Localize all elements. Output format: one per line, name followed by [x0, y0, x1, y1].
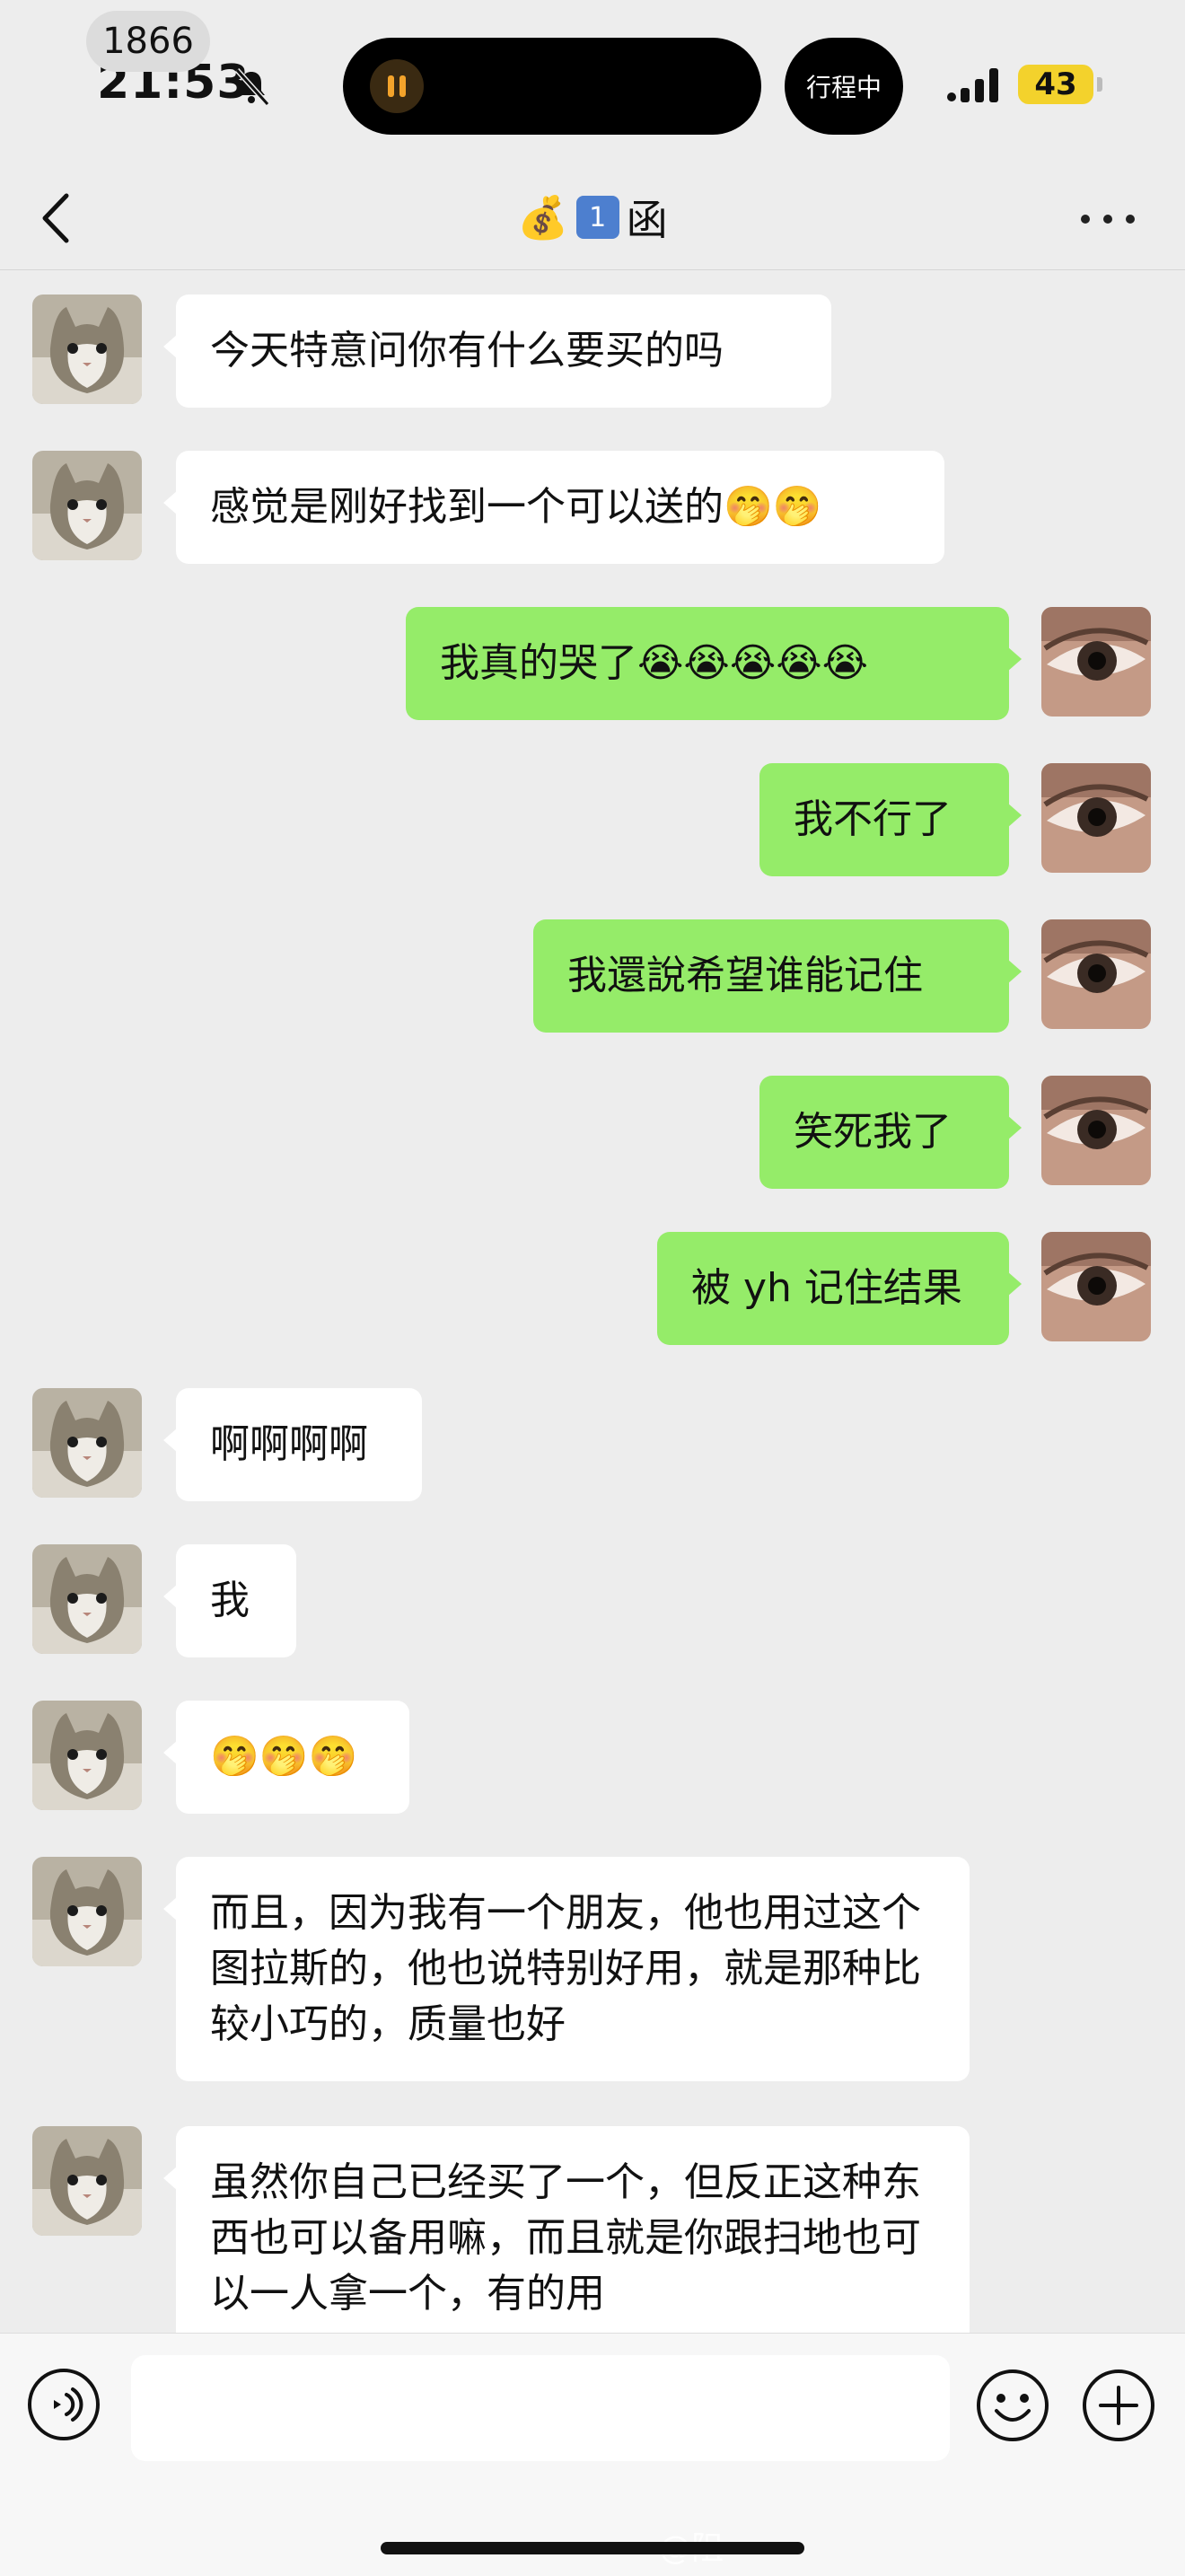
trip-status-pill[interactable]: 行程中	[785, 38, 903, 135]
contact-avatar[interactable]	[32, 1857, 142, 1966]
battery-level: 43	[1018, 65, 1093, 104]
my-avatar[interactable]	[1041, 607, 1151, 717]
message-bubble[interactable]: 我還說希望谁能记住	[533, 919, 1022, 1033]
money-bag-emoji: 💰	[517, 192, 569, 242]
contact-avatar[interactable]	[32, 451, 142, 560]
message-bubble[interactable]: 被 yh 记住结果	[657, 1232, 1022, 1345]
bell-slash-icon	[234, 67, 270, 106]
my-avatar[interactable]	[1041, 919, 1151, 1029]
message-bubble[interactable]: 🤭🤭🤭	[163, 1701, 409, 1814]
emoji-icon[interactable]	[975, 2368, 1050, 2443]
input-bar: @阻	[0, 2333, 1185, 2576]
pause-icon[interactable]	[370, 59, 424, 113]
keycap-digit: 1	[575, 196, 619, 239]
unread-count-badge[interactable]: 1866	[86, 11, 210, 72]
contact-avatar[interactable]	[32, 1544, 142, 1654]
my-avatar[interactable]	[1041, 1232, 1151, 1341]
contact-avatar[interactable]	[32, 2126, 142, 2236]
back-chevron-icon[interactable]	[36, 189, 75, 248]
message-bubble[interactable]: 感觉是刚好找到一个可以送的🤭🤭	[163, 451, 944, 564]
signal-icon	[947, 68, 998, 102]
my-avatar[interactable]	[1041, 763, 1151, 873]
message-bubble[interactable]: 我	[163, 1544, 296, 1657]
message-bubble[interactable]: 笑死我了	[759, 1076, 1022, 1189]
plus-icon[interactable]	[1081, 2368, 1156, 2443]
contact-avatar[interactable]	[32, 1388, 142, 1498]
battery-cap	[1097, 77, 1102, 92]
my-avatar[interactable]	[1041, 1076, 1151, 1185]
title-text: 函	[626, 196, 668, 244]
message-bubble[interactable]: 我不行了	[759, 763, 1022, 876]
home-indicator[interactable]	[381, 2542, 804, 2554]
message-bubble[interactable]: 而且，因为我有一个朋友，他也用过这个图拉斯的，他也说特别好用，就是那种比较小巧的…	[163, 1857, 970, 2081]
voice-icon[interactable]	[27, 2368, 101, 2441]
dynamic-island[interactable]	[343, 38, 761, 135]
header-divider	[0, 269, 1185, 270]
message-bubble[interactable]: 今天特意问你有什么要买的吗	[163, 295, 831, 408]
message-bubble[interactable]: 啊啊啊啊	[163, 1388, 422, 1501]
chat-title: 💰 1 函	[503, 185, 682, 250]
contact-avatar[interactable]	[32, 1701, 142, 1810]
message-input[interactable]	[131, 2355, 950, 2461]
more-dots-icon[interactable]	[1081, 208, 1135, 230]
message-bubble[interactable]: 虽然你自己已经买了一个，但反正这种东西也可以备用嘛，而且就是你跟扫地也可以一人拿…	[163, 2126, 970, 2351]
chat-header: 💰 1 函	[0, 171, 1185, 269]
contact-avatar[interactable]	[32, 295, 142, 404]
message-bubble[interactable]: 我真的哭了😭😭😭😭😭	[406, 607, 1022, 720]
